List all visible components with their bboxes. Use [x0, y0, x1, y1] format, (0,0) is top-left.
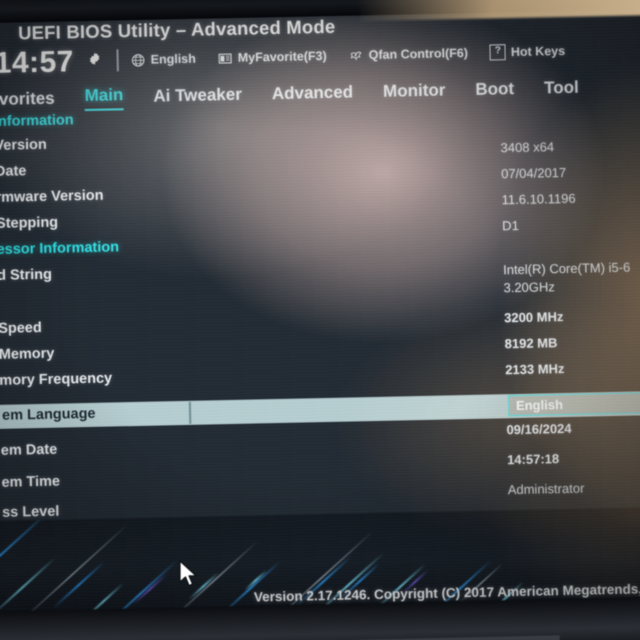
tab-main[interactable]: Main [84, 85, 124, 112]
row-label-system-time[interactable]: em Time [1, 474, 60, 491]
row-label-firmware-version[interactable]: rmware Version [0, 188, 104, 206]
row-value-firmware-version: 11.6.10.1196 [501, 190, 576, 208]
header-divider [116, 49, 119, 72]
row-value-brand-string-2: 3.20GHz [503, 279, 555, 296]
system-language-value: English [515, 397, 564, 414]
row-value-memory-frequency: 2133 MHz [505, 361, 565, 378]
row-value-cpu-speed: 3200 MHz [503, 309, 564, 326]
row-label-memory-frequency[interactable]: mory Frequency [0, 370, 112, 388]
row-value-system-date[interactable]: 09/16/2024 [506, 421, 571, 437]
row-label-access-level: ss Level [1, 503, 60, 521]
system-clock: 14:57 [0, 45, 75, 80]
hot-keys-button[interactable]: ? Hot Keys [489, 43, 566, 61]
decor-streak [132, 573, 168, 606]
language-button[interactable]: English [131, 51, 196, 67]
row-label-bios-version[interactable]: Version [0, 137, 47, 154]
row-label-cpu-speed[interactable]: Speed [0, 320, 42, 337]
settings-panel: Information Version Date rmware Version … [0, 97, 640, 557]
question-box-icon: ? [489, 44, 507, 61]
row-value-system-time[interactable]: 14:57:18 [507, 451, 559, 467]
system-language-select[interactable]: English [507, 392, 640, 417]
row-value-total-memory: 8192 MB [504, 335, 558, 352]
row-label-total-memory[interactable]: Memory [0, 346, 55, 363]
row-value-access-level: Administrator [507, 480, 585, 498]
row-value-bios-version: 3408 x64 [500, 139, 555, 156]
globe-icon [131, 53, 145, 67]
screen-surface: UEFI BIOS Utility – Advanced Mode 14:57 [0, 0, 640, 630]
decor-streak [0, 556, 57, 619]
header-toolbar: English MyFavorite(F3) Qfan Control(F6) … [130, 43, 565, 68]
myfavorite-label: MyFavorite(F3) [237, 48, 327, 65]
hot-keys-label: Hot Keys [510, 43, 566, 60]
photographed-monitor: UEFI BIOS Utility – Advanced Mode 14:57 [0, 0, 640, 640]
row-label-stepping[interactable]: Stepping [0, 215, 58, 232]
row-label-system-date[interactable]: em Date [1, 442, 58, 459]
decor-streak [243, 569, 268, 592]
uefi-bios-utility: UEFI BIOS Utility – Advanced Mode 14:57 [0, 0, 640, 630]
section-bios-information: Information [0, 112, 74, 130]
myfavorite-button[interactable]: MyFavorite(F3) [218, 48, 327, 65]
row-value-brand-string: Intel(R) Core(TM) i5-6 [502, 259, 631, 278]
row-divider [188, 401, 192, 424]
qfan-label: Qfan Control(F6) [368, 45, 469, 63]
section-processor-information: essor Information [0, 239, 120, 258]
row-value-build-date: 07/04/2017 [500, 164, 567, 182]
book-icon [218, 52, 232, 64]
row-value-stepping: D1 [502, 217, 519, 234]
row-label-brand-string[interactable]: d String [0, 267, 52, 284]
mouse-cursor [179, 560, 197, 587]
language-label: English [150, 51, 196, 67]
row-label-build-date[interactable]: Date [0, 163, 27, 180]
gear-icon[interactable] [86, 51, 102, 67]
row-label-system-language: em Language [1, 405, 96, 424]
qfan-control-button[interactable]: Qfan Control(F6) [349, 45, 469, 62]
fan-icon [350, 51, 362, 60]
